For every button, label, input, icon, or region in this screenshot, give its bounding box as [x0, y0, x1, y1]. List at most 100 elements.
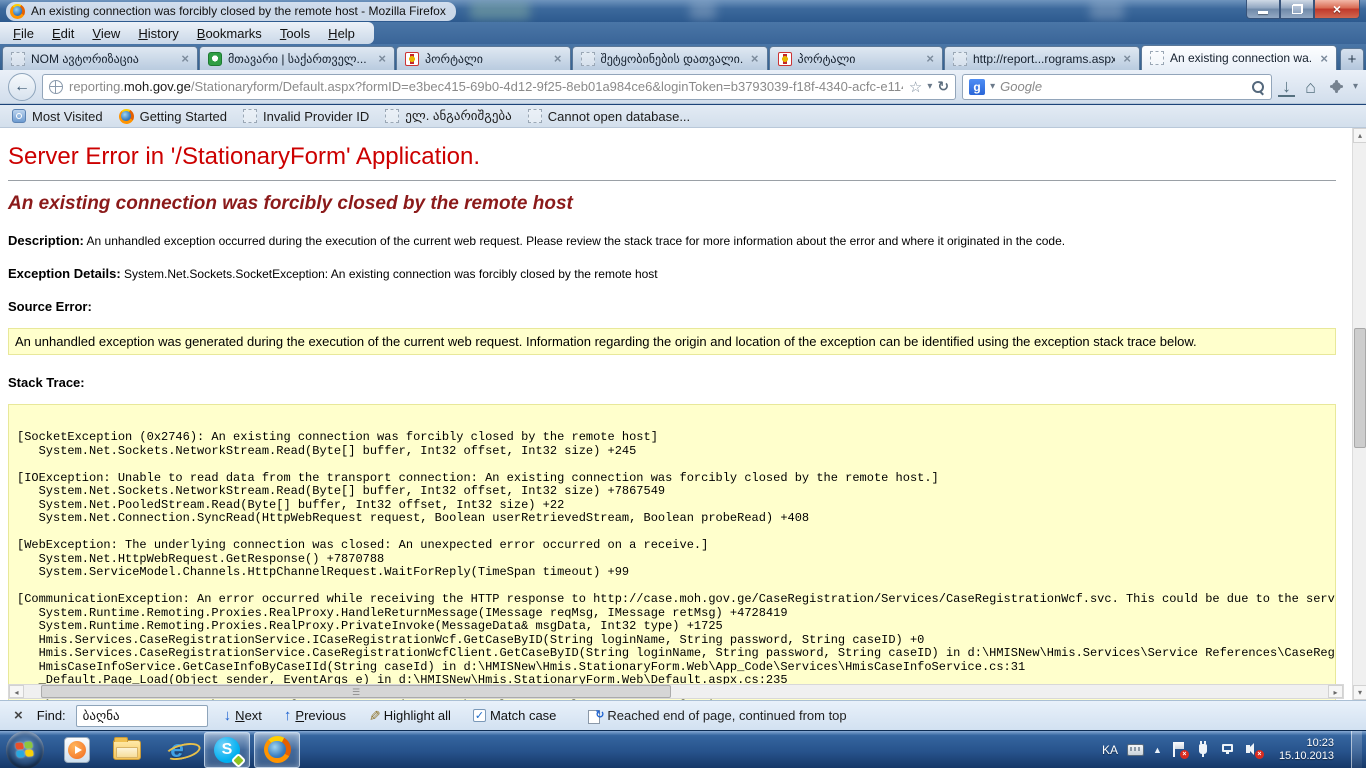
power-plug-icon[interactable] [1196, 742, 1212, 758]
url-dropdown-icon[interactable]: ▾ [927, 81, 932, 92]
error-page: Server Error in '/StationaryForm' Applic… [0, 128, 1366, 700]
tab-close-icon[interactable]: × [179, 52, 191, 65]
tab-label: პორტალი [425, 52, 546, 66]
tab-messages[interactable]: შეტყობინების დათვალი... × [572, 46, 768, 70]
close-button[interactable]: × [1314, 0, 1360, 19]
folder-icon [113, 740, 141, 760]
action-center-flag-icon[interactable]: × [1171, 742, 1187, 758]
scroll-down-icon[interactable]: ▾ [1353, 685, 1366, 700]
menu-strip: File Edit View History Bookmarks Tools H… [0, 22, 374, 44]
tab-portal-2[interactable]: პორტალი × [769, 46, 944, 70]
addon-icon[interactable] [1332, 82, 1341, 91]
menu-help[interactable]: Help [319, 23, 364, 44]
find-previous-button[interactable]: ↑ Previous [278, 706, 352, 725]
restore-button[interactable] [1280, 0, 1314, 19]
menu-bookmarks[interactable]: Bookmarks [188, 23, 271, 44]
placeholder-favicon-icon [953, 52, 967, 66]
find-input[interactable]: ბაღნა [76, 705, 208, 727]
taskbar-clock[interactable]: 10:23 15.10.2013 [1271, 737, 1342, 763]
find-previous-label: Previous [295, 708, 346, 723]
taskbar-firefox-button[interactable] [254, 732, 300, 768]
bookmark-star-icon[interactable]: ☆ [909, 78, 922, 96]
search-box[interactable]: g ▾ Google [962, 74, 1272, 100]
search-engine-dropdown-icon[interactable]: ▾ [990, 81, 995, 92]
show-desktop-button[interactable] [1351, 731, 1362, 768]
tab-close-icon[interactable]: × [1121, 52, 1133, 65]
back-button[interactable]: ← [8, 73, 36, 101]
tab-close-icon[interactable]: × [1318, 52, 1330, 65]
green-site-favicon-icon [208, 52, 222, 66]
georgia-coat-of-arms-favicon-icon [405, 52, 419, 66]
match-case-checkbox[interactable]: ✓ Match case [467, 706, 562, 725]
most-visited-icon [12, 109, 26, 123]
network-icon[interactable] [1221, 742, 1237, 758]
tab-nom-authorization[interactable]: NOM ავტორიზაცია × [2, 46, 198, 70]
back-arrow-icon: ← [14, 78, 30, 96]
find-label: Find: [37, 708, 66, 723]
tab-mtavari[interactable]: მთავარი | საქართველ... × [199, 46, 395, 70]
reload-icon[interactable]: ↻ [937, 78, 949, 95]
clock-date: 15.10.2013 [1279, 750, 1334, 763]
tab-active-error-page[interactable]: An existing connection wa... × [1141, 45, 1337, 70]
toolbar-overflow-dropdown-icon[interactable]: ▾ [1353, 81, 1358, 92]
taskbar-media-player-button[interactable] [54, 732, 100, 768]
source-error-label: Source Error: [8, 299, 1336, 314]
tab-strip: NOM ავტორიზაცია × მთავარი | საქართველ...… [0, 44, 1366, 70]
tray-expand-icon[interactable]: ▲ [1153, 745, 1162, 755]
url-text[interactable]: reporting.moh.gov.ge/Stationaryform/Defa… [69, 79, 903, 94]
url-bar[interactable]: reporting.moh.gov.ge/Stationaryform/Defa… [42, 74, 956, 100]
bookmark-most-visited[interactable]: Most Visited [8, 107, 111, 126]
tab-close-icon[interactable]: × [924, 52, 936, 65]
scroll-left-icon[interactable]: ◂ [9, 685, 24, 698]
vertical-scrollbar-thumb[interactable] [1354, 328, 1366, 448]
georgia-coat-of-arms-favicon-icon [778, 52, 792, 66]
start-button[interactable] [6, 731, 44, 768]
new-tab-button[interactable]: + [1340, 48, 1364, 70]
search-icon[interactable] [1251, 80, 1265, 94]
horizontal-scrollbar-thumb[interactable] [41, 685, 671, 698]
placeholder-favicon-icon [528, 109, 542, 123]
home-button[interactable]: ⌂ [1301, 78, 1320, 96]
bookmark-label: Invalid Provider ID [263, 109, 369, 124]
bookmark-cannot-open-database[interactable]: Cannot open database... [524, 107, 698, 126]
bookmark-getting-started[interactable]: Getting Started [115, 107, 235, 126]
minimize-button[interactable] [1246, 0, 1280, 19]
tab-report-programs[interactable]: http://report...rograms.aspx × [944, 46, 1140, 70]
find-next-button[interactable]: ↓ Next [218, 706, 268, 725]
language-indicator[interactable]: KA [1102, 743, 1118, 757]
menu-history[interactable]: History [129, 23, 187, 44]
minimize-icon [1258, 11, 1268, 14]
menu-edit[interactable]: Edit [43, 23, 83, 44]
site-identity-globe-icon[interactable] [49, 80, 63, 94]
firefox-icon [119, 109, 134, 124]
tab-close-icon[interactable]: × [376, 52, 388, 65]
firefox-icon [264, 736, 291, 763]
navigation-toolbar: ← reporting.moh.gov.ge/Stationaryform/De… [0, 70, 1366, 104]
menu-file[interactable]: File [4, 23, 43, 44]
keyboard-layout-icon[interactable] [1127, 744, 1144, 756]
menu-view[interactable]: View [83, 23, 129, 44]
taskbar-explorer-button[interactable] [104, 732, 150, 768]
menu-tools[interactable]: Tools [271, 23, 319, 44]
tab-label: პორტალი [798, 52, 919, 66]
find-close-icon[interactable]: × [10, 707, 27, 724]
highlight-all-button[interactable]: ✎ Highlight all [362, 705, 457, 726]
downloads-button[interactable]: ↓ [1278, 77, 1295, 97]
find-next-label: Next [235, 708, 262, 723]
scroll-up-icon[interactable]: ▴ [1353, 128, 1366, 143]
taskbar-internet-explorer-button[interactable]: e [154, 732, 200, 768]
scroll-right-icon[interactable]: ▸ [1328, 685, 1343, 698]
tab-close-icon[interactable]: × [749, 52, 761, 65]
stack-trace-label: Stack Trace: [8, 375, 1336, 390]
horizontal-scrollbar[interactable]: ◂ ▸ [8, 684, 1344, 699]
volume-muted-icon[interactable]: × [1246, 742, 1262, 758]
taskbar-skype-button[interactable]: S [204, 732, 250, 768]
tab-close-icon[interactable]: × [552, 52, 564, 65]
bookmark-invalid-provider[interactable]: Invalid Provider ID [239, 107, 377, 126]
vertical-scrollbar[interactable]: ▴ ▾ [1352, 128, 1366, 700]
google-engine-icon[interactable]: g [969, 79, 985, 95]
search-placeholder[interactable]: Google [1000, 79, 1246, 94]
tab-portal-1[interactable]: პორტალი × [396, 46, 571, 70]
window-titlebar: An existing connection was forcibly clos… [0, 0, 1366, 22]
bookmark-el-angarishgeba[interactable]: ელ. ანგარიშგება [381, 106, 520, 126]
